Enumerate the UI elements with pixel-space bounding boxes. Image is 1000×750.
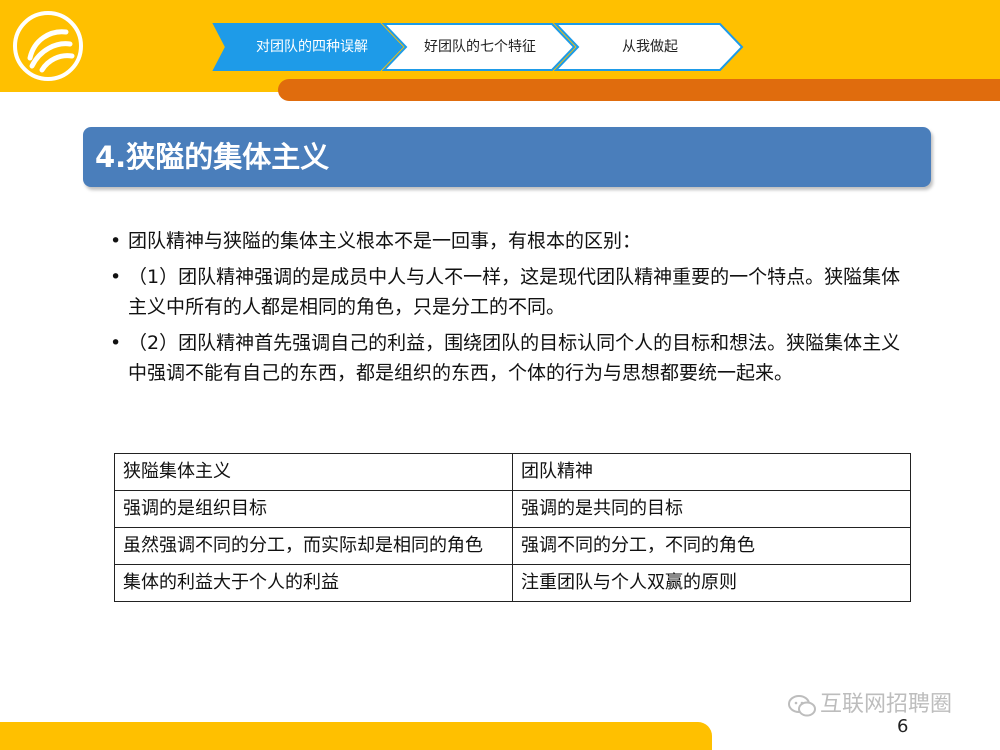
bullet-text: （1）团队精神强调的是成员中人与人不一样，这是现代团队精神重要的一个特点。狭隘集…: [128, 266, 901, 318]
table-cell: 团队精神: [512, 453, 911, 491]
comparison-table: 狭隘集体主义 团队精神 强调的是组织目标 强调的是共同的目标 虽然强调不同的分工…: [114, 453, 911, 602]
nav-step-1[interactable]: 对团队的四种误解: [232, 22, 392, 72]
table-cell: 强调的是组织目标: [114, 490, 513, 528]
bullet-dot-icon: •: [110, 266, 122, 288]
page-number: 6: [897, 716, 909, 737]
table-cell: 强调不同的分工，不同的角色: [512, 527, 911, 565]
bullet-text: （2）团队精神首先强调自己的利益，围绕团队的目标认同个人的目标和想法。狭隘集体主…: [128, 332, 901, 384]
table-row: 狭隘集体主义 团队精神: [114, 453, 911, 491]
nav-steps: 对团队的四种误解 好团队的七个特征 从我做起: [212, 22, 752, 72]
nav-step-2[interactable]: 好团队的七个特征: [400, 22, 560, 72]
table-row: 集体的利益大于个人的利益 注重团队与个人双赢的原则: [114, 564, 911, 602]
bullet-dot-icon: •: [110, 332, 122, 354]
bullet-item: • 团队精神与狭隘的集体主义根本不是一回事，有根本的区别：: [110, 226, 910, 256]
bullet-text: 团队精神与狭隘的集体主义根本不是一回事，有根本的区别：: [128, 230, 642, 252]
table-cell: 强调的是共同的目标: [512, 490, 911, 528]
wechat-icon: [788, 695, 816, 717]
table-cell: 注重团队与个人双赢的原则: [512, 564, 911, 602]
bullet-list: • 团队精神与狭隘的集体主义根本不是一回事，有根本的区别： • （1）团队精神强…: [110, 226, 910, 394]
bullet-item: • （2）团队精神首先强调自己的利益，围绕团队的目标认同个人的目标和想法。狭隘集…: [110, 328, 910, 388]
nav-step-3[interactable]: 从我做起: [570, 22, 730, 72]
title-bar: 4.狭隘的集体主义: [83, 127, 931, 187]
header-accent-bar: [278, 79, 1000, 101]
bullet-item: • （1）团队精神强调的是成员中人与人不一样，这是现代团队精神重要的一个特点。狭…: [110, 262, 910, 322]
table-cell: 虽然强调不同的分工，而实际却是相同的角色: [114, 527, 513, 565]
table-cell: 狭隘集体主义: [114, 453, 513, 491]
footer-bar: [0, 722, 712, 750]
table-cell: 集体的利益大于个人的利益: [114, 564, 513, 602]
table-row: 虽然强调不同的分工，而实际却是相同的角色 强调不同的分工，不同的角色: [114, 527, 911, 565]
watermark-text: 互联网招聘圈: [820, 692, 953, 717]
slide-title: 4.狭隘的集体主义: [95, 140, 330, 174]
bullet-dot-icon: •: [110, 230, 122, 252]
table-row: 强调的是组织目标 强调的是共同的目标: [114, 490, 911, 528]
logo-icon: [12, 10, 84, 82]
